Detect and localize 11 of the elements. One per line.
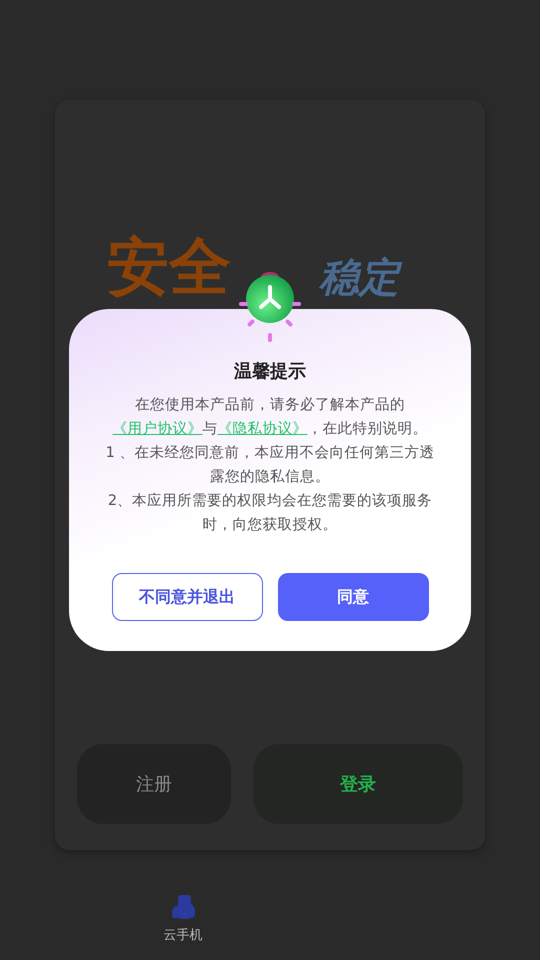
tab-item[interactable]: 云手机 [130, 868, 236, 960]
agree-button[interactable]: 同意 [278, 573, 428, 621]
register-button[interactable]: 注册 [77, 744, 231, 824]
decline-button[interactable]: 不同意并退出 [112, 573, 262, 621]
notice-text: 1 、在未经您同意前，本应用不会向任何第三方透露您的隐私信息。 [105, 444, 435, 487]
tab-label: 云手机 [164, 927, 202, 944]
login-button[interactable]: 登录 [253, 744, 463, 824]
notice-text: 2、本应用所需要的权限均会在您需要的该项服务时，向您获取授权。 [106, 492, 434, 535]
dialog-title: 温馨提示 [234, 360, 306, 383]
headline-word: 安全 [107, 236, 231, 298]
notice-text: 在您使用本产品前，请务必了解本产品的 《用户协议》与《隐私协议》，在此特别说明。 [112, 396, 428, 439]
